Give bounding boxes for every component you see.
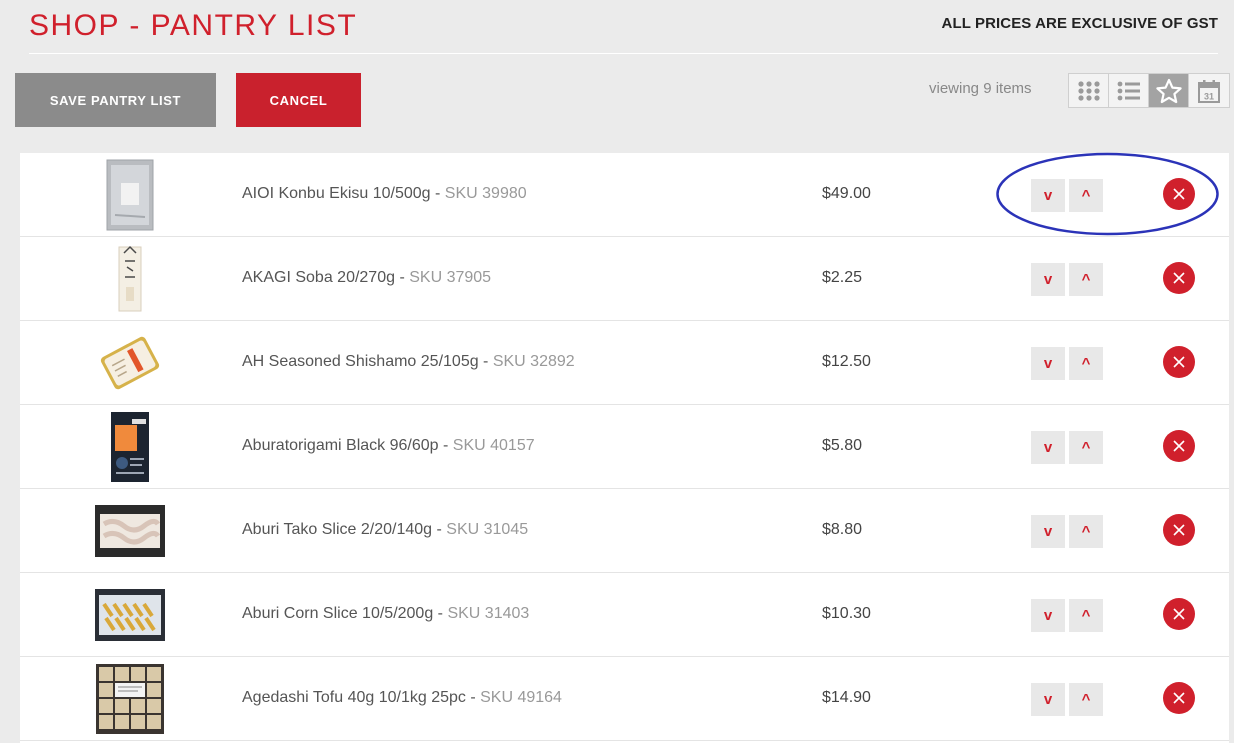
calendar-icon: 31 (1198, 79, 1220, 103)
product-name-line[interactable]: Agedashi Tofu 40g 10/1kg 25pc - SKU 4916… (242, 689, 562, 707)
product-price: $12.50 (822, 353, 871, 370)
product-sku: SKU 31045 (446, 521, 529, 538)
product-sku: SKU 31403 (447, 605, 530, 622)
product-price: $14.90 (822, 689, 871, 706)
move-down-button[interactable]: v (1031, 431, 1065, 464)
list-item: AKAGI Soba 20/270g - SKU 37905 $2.25 v ^ (20, 237, 1229, 321)
close-icon (1173, 608, 1185, 620)
remove-item-button[interactable] (1163, 514, 1195, 546)
product-image (88, 327, 172, 399)
move-up-button[interactable]: ^ (1069, 347, 1103, 380)
remove-item-button[interactable] (1163, 178, 1195, 210)
product-name-line[interactable]: AIOI Konbu Ekisu 10/500g - SKU 39980 (242, 185, 527, 203)
list-item: Aburi Tako Slice 2/20/140g - SKU 31045 $… (20, 489, 1229, 573)
list-item: AH Seasoned Shishamo 25/105g - SKU 32892… (20, 321, 1229, 405)
product-image (88, 159, 172, 231)
product-price: $8.80 (822, 521, 863, 538)
save-pantry-list-button[interactable]: SAVE PANTRY LIST (15, 73, 216, 127)
remove-item-button[interactable] (1163, 262, 1195, 294)
remove-item-button[interactable] (1163, 430, 1195, 462)
product-price: $10.30 (822, 605, 871, 622)
move-down-button[interactable]: v (1031, 515, 1065, 548)
close-icon (1173, 356, 1185, 368)
product-image (88, 411, 172, 483)
move-up-button[interactable]: ^ (1069, 515, 1103, 548)
remove-item-button[interactable] (1163, 598, 1195, 630)
product-name: Aburatorigami Black 96/60p (242, 437, 439, 454)
close-icon (1173, 524, 1185, 536)
close-icon (1173, 692, 1185, 704)
cancel-button[interactable]: CANCEL (236, 73, 361, 127)
remove-item-button[interactable] (1163, 346, 1195, 378)
grid-icon (1077, 80, 1100, 101)
product-image (88, 495, 172, 567)
list-item: AIOI Konbu Ekisu 10/500g - SKU 39980 $49… (20, 153, 1229, 237)
grid-view-button[interactable] (1069, 74, 1109, 107)
product-sku: SKU 49164 (480, 689, 562, 706)
product-image (88, 663, 172, 735)
list-item: Agedashi Tofu 40g 10/1kg 25pc - SKU 4916… (20, 657, 1229, 741)
product-name-line[interactable]: AH Seasoned Shishamo 25/105g - SKU 32892 (242, 353, 575, 371)
remove-item-button[interactable] (1163, 682, 1195, 714)
close-icon (1173, 440, 1185, 452)
move-down-button[interactable]: v (1031, 179, 1065, 212)
product-sku: SKU 32892 (492, 353, 575, 370)
svg-text:31: 31 (1204, 91, 1214, 101)
pantry-list: AIOI Konbu Ekisu 10/500g - SKU 39980 $49… (20, 153, 1229, 743)
product-image (88, 579, 172, 651)
move-up-button[interactable]: ^ (1069, 599, 1103, 632)
product-sku: SKU 40157 (452, 437, 535, 454)
product-name: Agedashi Tofu 40g 10/1kg 25pc (242, 689, 466, 706)
move-up-button[interactable]: ^ (1069, 263, 1103, 296)
move-up-button[interactable]: ^ (1069, 683, 1103, 716)
product-name-line[interactable]: Aburi Tako Slice 2/20/140g - SKU 31045 (242, 521, 528, 539)
product-name: AH Seasoned Shishamo 25/105g (242, 353, 479, 370)
move-down-button[interactable]: v (1031, 683, 1065, 716)
product-name-line[interactable]: Aburatorigami Black 96/60p - SKU 40157 (242, 437, 535, 455)
product-name: AIOI Konbu Ekisu 10/500g (242, 185, 431, 202)
list-icon (1117, 81, 1140, 100)
item-count-label: viewing (929, 80, 980, 97)
move-down-button[interactable]: v (1031, 347, 1065, 380)
product-name: AKAGI Soba 20/270g (242, 269, 395, 286)
move-up-button[interactable]: ^ (1069, 431, 1103, 464)
favourites-view-button[interactable] (1149, 74, 1189, 107)
list-view-button[interactable] (1109, 74, 1149, 107)
title-divider (29, 53, 1218, 54)
close-icon (1173, 188, 1185, 200)
item-count-value: 9 items (983, 80, 1032, 97)
product-name-line[interactable]: Aburi Corn Slice 10/5/200g - SKU 31403 (242, 605, 529, 623)
product-price: $49.00 (822, 185, 871, 202)
product-price: $5.80 (822, 437, 863, 454)
product-name: Aburi Corn Slice 10/5/200g (242, 605, 434, 622)
calendar-view-button[interactable]: 31 (1189, 74, 1229, 107)
product-price: $2.25 (822, 269, 863, 286)
gst-note: ALL PRICES ARE EXCLUSIVE OF GST (941, 15, 1218, 32)
star-icon (1155, 78, 1182, 103)
product-image (88, 243, 172, 315)
page-title: SHOP - PANTRY LIST (29, 9, 358, 42)
product-sku: SKU 39980 (444, 185, 527, 202)
view-mode-toggles: 31 (1068, 73, 1230, 108)
list-item: Aburatorigami Black 96/60p - SKU 40157 $… (20, 405, 1229, 489)
product-name: Aburi Tako Slice 2/20/140g (242, 521, 433, 538)
move-down-button[interactable]: v (1031, 599, 1065, 632)
product-sku: SKU 37905 (409, 269, 492, 286)
product-name-line[interactable]: AKAGI Soba 20/270g - SKU 37905 (242, 269, 491, 287)
close-icon (1173, 272, 1185, 284)
move-down-button[interactable]: v (1031, 263, 1065, 296)
item-count: viewing 9 items (929, 80, 1032, 97)
list-item: Aburi Corn Slice 10/5/200g - SKU 31403 $… (20, 573, 1229, 657)
move-up-button[interactable]: ^ (1069, 179, 1103, 212)
